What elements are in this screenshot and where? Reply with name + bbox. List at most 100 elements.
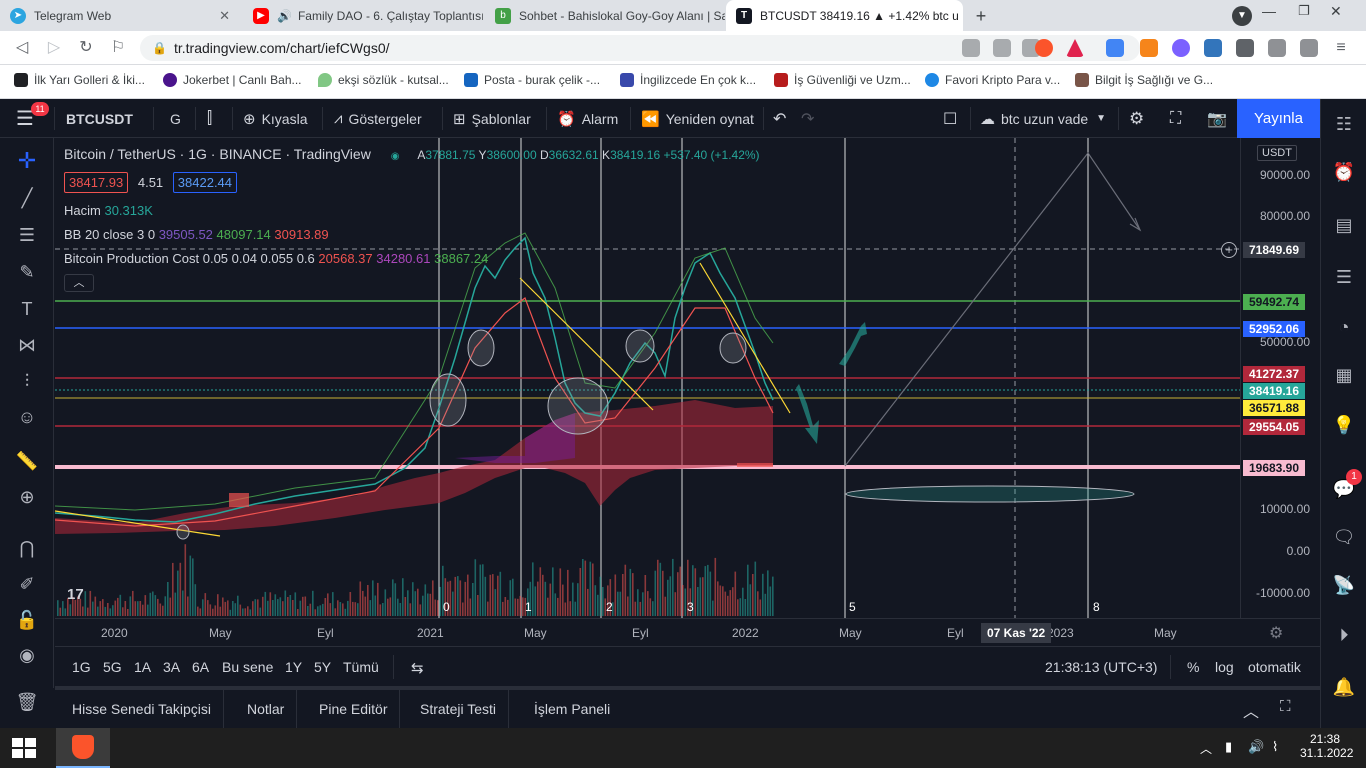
bb-legend[interactable]: BB 20 close 3 0 39505.52 48097.14 30913.… [64, 227, 329, 242]
new-tab-button[interactable]: + [970, 5, 992, 27]
alerts-clock-icon[interactable]: ⏰ [1321, 154, 1366, 190]
symbol-title[interactable]: Bitcoin / TetherUS · 1G · BINANCE · Trad… [64, 146, 760, 162]
range-button[interactable]: 1Y [285, 659, 302, 675]
bookmark-item[interactable]: İş Güvenliği ve Uzm... [774, 65, 911, 95]
browser-tab-tradingview[interactable]: T BTCUSDT 38419.16 ▲ +1.42% btc u ✕ [726, 0, 963, 31]
eye-icon[interactable]: ◉ [0, 638, 54, 672]
broadcast-icon[interactable]: 📡 [1321, 567, 1366, 603]
settings-gear-icon[interactable]: ⚙ [1269, 623, 1283, 643]
time-scale[interactable]: 2020 May Eyl 2021 May Eyl 2022 May Eyl 2… [55, 618, 1320, 646]
crosshair-icon[interactable]: ✛ [0, 144, 54, 178]
settings-gear-icon[interactable]: ⚙ [1129, 99, 1144, 138]
layout-name-button[interactable]: ☁ btc uzun vade ▼ [980, 99, 1106, 138]
candlestick-icon[interactable]: ⫿ [207, 99, 212, 138]
trend-line-icon[interactable]: ╱ [0, 181, 54, 215]
playlist-icon[interactable] [1268, 39, 1286, 57]
log-toggle[interactable]: log [1215, 659, 1234, 675]
window-close-icon[interactable]: ✕ [1330, 3, 1342, 20]
wallet-icon[interactable] [1204, 39, 1222, 57]
bookmark-item[interactable]: ekşi sözlük - kutsal... [318, 65, 449, 95]
metamask-icon[interactable] [1140, 39, 1158, 57]
range-button[interactable]: 5Y [314, 659, 331, 675]
indicators-button[interactable]: ⩘ Göstergeler [334, 99, 422, 138]
alert-button[interactable]: ⏰ Alarm [557, 99, 618, 138]
magnet-icon[interactable]: ⋂ [0, 531, 54, 565]
range-button[interactable]: Bu sene [222, 659, 273, 675]
tray-chevron-icon[interactable]: ︿ [1200, 740, 1212, 757]
buy-price-button[interactable]: 38422.44 [172, 172, 238, 193]
redo-icon[interactable]: ↷ [801, 99, 814, 138]
prediction-icon[interactable]: ⫶ [0, 364, 54, 398]
forward-icon[interactable]: ▷ [44, 38, 64, 58]
brave-shield-icon[interactable] [1035, 39, 1053, 57]
publish-button[interactable]: Yayınla [1237, 99, 1320, 138]
messages-icon[interactable]: 🗨 [1321, 519, 1366, 555]
hotlist-icon[interactable]: ◔ [1321, 309, 1366, 345]
bookmark-item[interactable]: Bilgit İş Sağlığı ve G... [1075, 65, 1213, 95]
tab-notes[interactable]: Notlar [235, 690, 298, 728]
range-button[interactable]: 3A [163, 659, 180, 675]
network-icon[interactable]: ⌇ [1272, 739, 1278, 755]
range-button[interactable]: 1G [72, 659, 91, 675]
volume-icon[interactable]: 🔊 [1248, 739, 1264, 755]
brave-taskbar-button[interactable] [56, 728, 110, 768]
menu-icon[interactable]: ≡ [1332, 39, 1350, 57]
trash-icon[interactable]: 🗑 [0, 685, 54, 719]
bookmark-item[interactable]: İngilizcede En çok k... [620, 65, 756, 95]
percent-toggle[interactable]: % [1187, 659, 1199, 675]
data-window-icon[interactable]: ▤ [1321, 207, 1366, 243]
bookmark-item[interactable]: Posta - burak çelik -... [464, 65, 600, 95]
tab-pine-editor[interactable]: Pine Editör [307, 690, 401, 728]
bookmark-item[interactable]: Favori Kripto Para v... [925, 65, 1060, 95]
pattern-icon[interactable]: ⋈ [0, 328, 54, 362]
lock-drawing-icon[interactable]: ✐ [0, 567, 54, 601]
zoom-in-icon[interactable]: ⊕ [0, 480, 54, 514]
stream-play-icon[interactable]: ⏵ [1321, 617, 1366, 653]
lock-icon[interactable]: 🔓 [0, 603, 54, 637]
chevron-up-icon[interactable]: ︿ [1243, 698, 1259, 722]
url-input[interactable]: 🔒 tr.tradingview.com/chart/iefCWgs0/ [140, 35, 1140, 61]
maximize-icon[interactable]: ⛶ [1280, 698, 1291, 715]
range-button[interactable]: 1A [134, 659, 151, 675]
clock-time[interactable]: 21:38:13 (UTC+3) [1045, 659, 1157, 675]
minimize-icon[interactable]: — [1262, 3, 1276, 19]
chart-canvas[interactable] [55, 138, 1240, 618]
tab-strategy-tester[interactable]: Strateji Testi [408, 690, 509, 728]
replay-button[interactable]: ⏪ Yeniden oynat [641, 99, 754, 138]
puzzle-icon[interactable] [1236, 39, 1254, 57]
cast-icon[interactable] [962, 39, 980, 57]
undo-icon[interactable]: ↶ [773, 99, 786, 138]
extension-icon[interactable] [1172, 39, 1190, 57]
close-icon[interactable]: ✕ [959, 8, 963, 24]
calendar-icon[interactable]: ▦ [1321, 357, 1366, 393]
chevron-down-icon[interactable]: ▼ [1232, 6, 1252, 26]
currency-label[interactable]: USDT [1257, 145, 1297, 161]
browser-tab-family-dao[interactable]: ▶ 🔊 Family DAO - 6. Çalıştay Toplantısı [243, 0, 483, 31]
bookmark-item[interactable]: İlk Yarı Golleri & İki... [14, 65, 145, 95]
text-icon[interactable]: T [0, 292, 54, 326]
symbol-search-button[interactable]: BTCUSDT [66, 99, 133, 138]
translate-icon[interactable] [1106, 39, 1124, 57]
qr-icon[interactable] [993, 39, 1011, 57]
compare-button[interactable]: ⊕ Kıyasla [243, 99, 308, 138]
watchlist-icon[interactable]: ☷ [1321, 106, 1366, 142]
fullscreen-icon[interactable]: ⛶ [1170, 99, 1181, 138]
brush-icon[interactable]: ✎ [0, 255, 54, 289]
auto-scale-toggle[interactable]: otomatik [1248, 659, 1301, 675]
emoji-icon[interactable]: ☺ [0, 400, 54, 434]
back-icon[interactable]: ◁ [12, 38, 32, 58]
add-alert-plus-icon[interactable]: + [1221, 242, 1237, 258]
volume-legend[interactable]: Hacim 30.313K [64, 203, 153, 218]
reload-icon[interactable]: ↻ [76, 38, 96, 58]
sell-price-button[interactable]: 38417.93 [64, 172, 129, 193]
tab-stock-screener[interactable]: Hisse Senedi Takipçisi [60, 690, 225, 728]
ideas-bulb-icon[interactable]: 💡 [1321, 407, 1366, 443]
battery-icon[interactable]: ▮ [1225, 739, 1232, 755]
browser-tab-sohbet[interactable]: b Sohbet - Bahislokal Goy-Goy Alanı | Sa [485, 0, 725, 31]
tab-trading-panel[interactable]: İşlem Paneli [522, 690, 622, 728]
restore-icon[interactable]: ❐ [1298, 3, 1310, 19]
collapse-legend-button[interactable]: ︿ [64, 274, 94, 292]
layout-square-icon[interactable]: ☐ [943, 99, 957, 138]
bookmark-icon[interactable]: ⚐ [108, 38, 128, 58]
range-button[interactable]: 5G [103, 659, 122, 675]
